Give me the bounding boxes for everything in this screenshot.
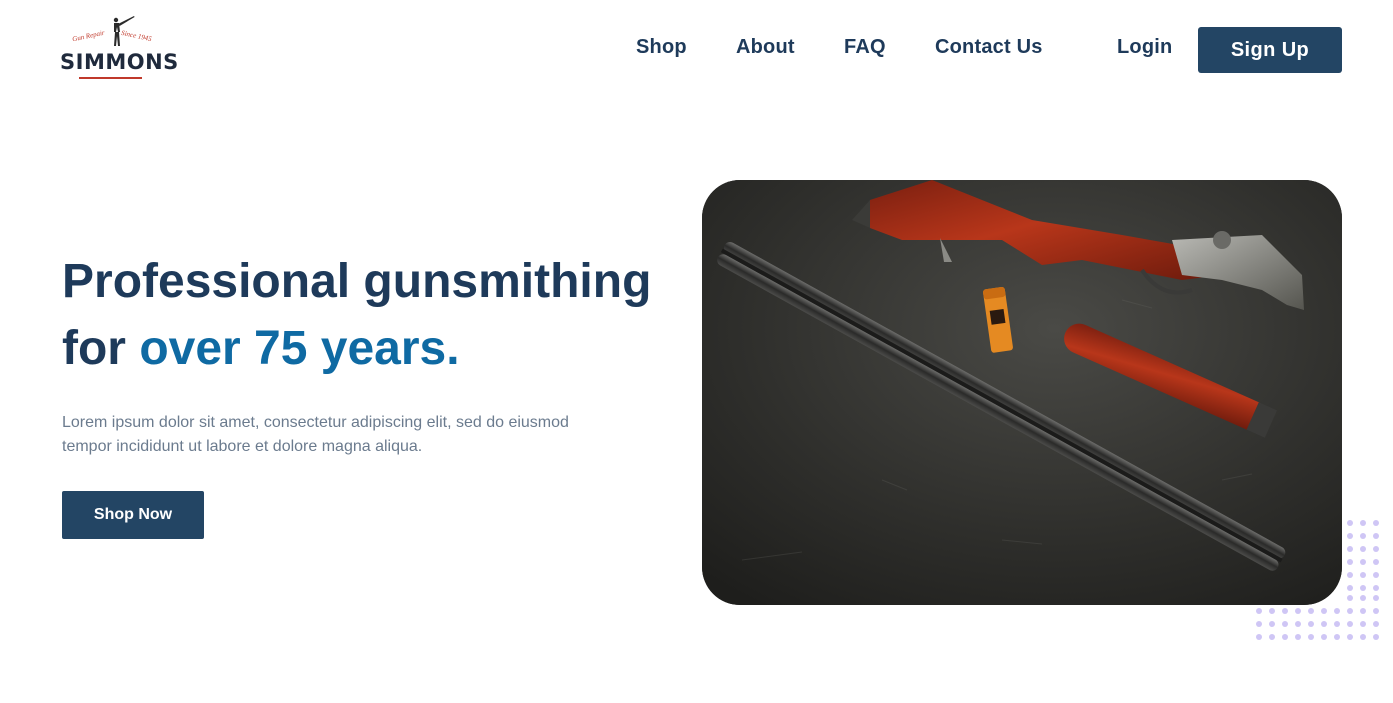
login-link[interactable]: Login	[1117, 36, 1172, 59]
signup-button[interactable]: Sign Up	[1198, 27, 1342, 73]
nav-about[interactable]: About	[736, 36, 795, 59]
logo-underline	[79, 77, 142, 79]
nav-shop[interactable]: Shop	[636, 36, 687, 59]
tagline-left: Gun Repair	[71, 28, 106, 44]
disassembled-shotgun-image	[702, 180, 1342, 605]
hero-image	[702, 180, 1342, 605]
nav-contact-us[interactable]: Contact Us	[935, 36, 1043, 59]
brand-logo[interactable]: Gun Repair Since 1945 SIMMONS	[60, 14, 179, 82]
hero-title-line1: Professional gunsmithing	[62, 255, 652, 308]
hero-title-prefix: for	[62, 322, 140, 375]
brand-name: SIMMONS	[60, 50, 179, 74]
hero-description: Lorem ipsum dolor sit amet, consectetur …	[62, 414, 569, 455]
shop-now-button[interactable]: Shop Now	[62, 491, 204, 539]
nav-faq[interactable]: FAQ	[844, 36, 886, 59]
hero-title-accent: over 75 years.	[139, 322, 460, 375]
hero-title: Professional gunsmithing for over 75 yea…	[62, 248, 682, 382]
